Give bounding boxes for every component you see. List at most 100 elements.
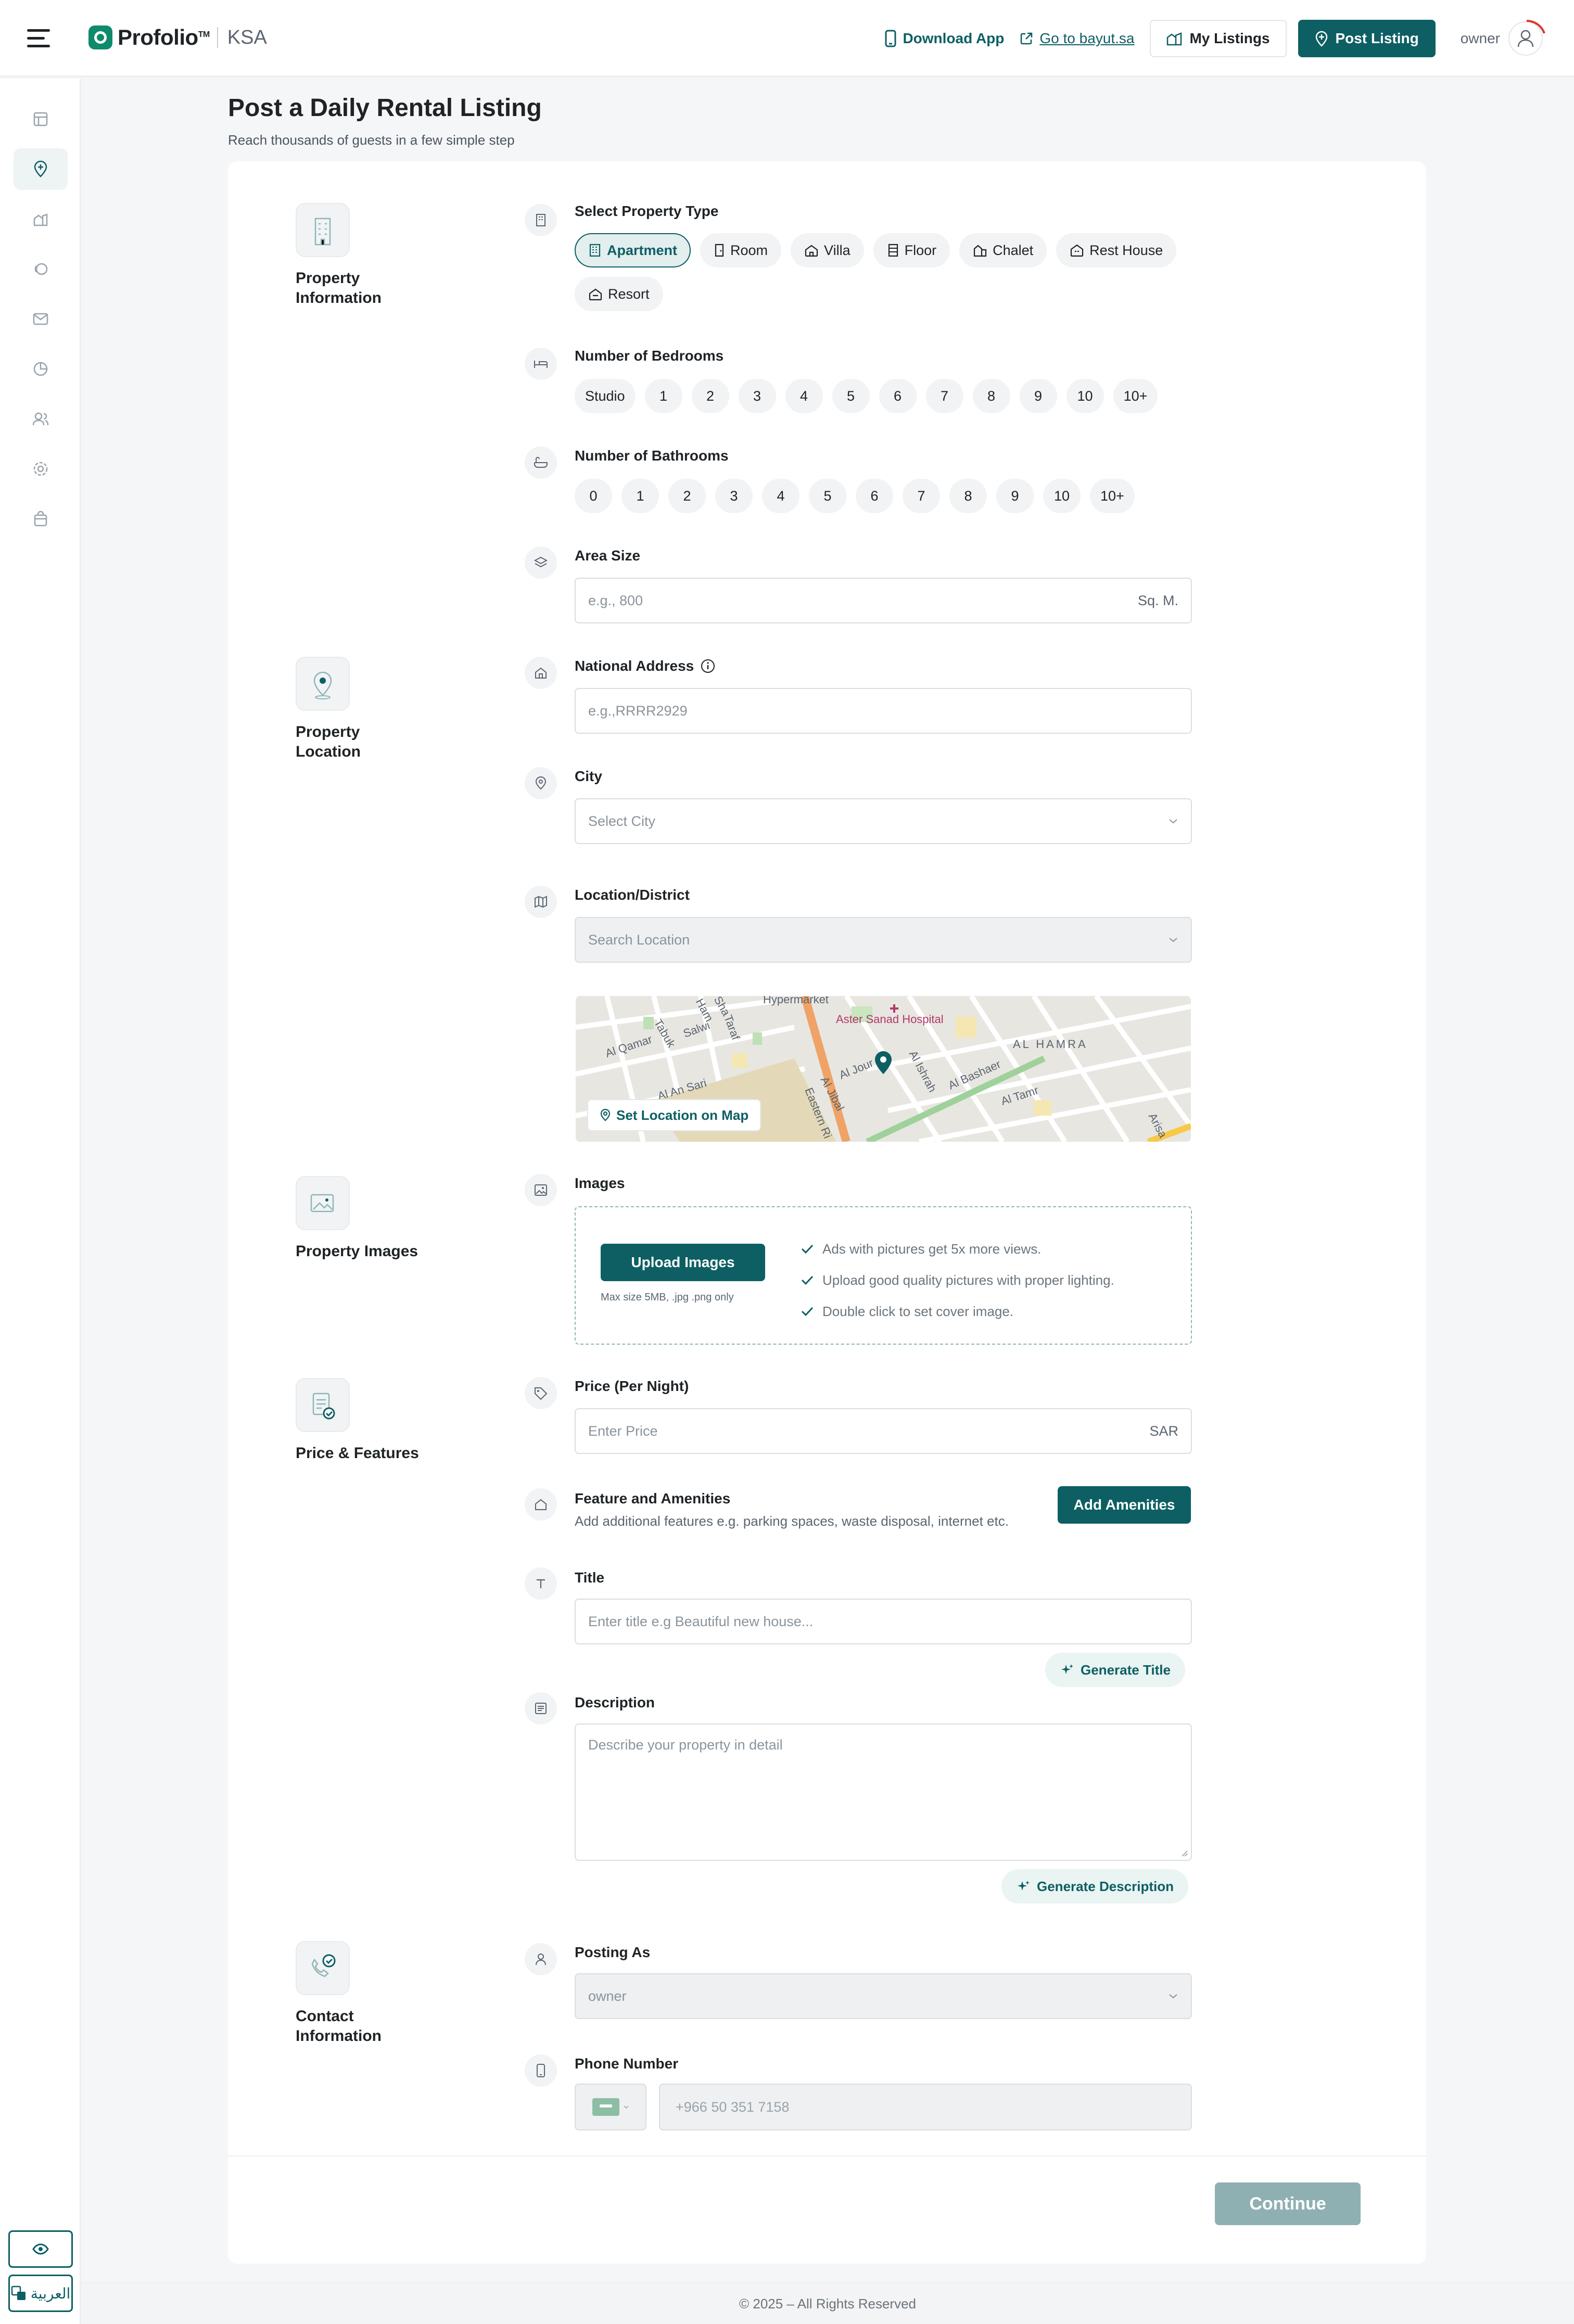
info-icon[interactable]	[700, 658, 716, 674]
bathrooms-option[interactable]: 6	[856, 479, 893, 513]
location-plus-icon	[1315, 31, 1327, 47]
set-location-on-map-button[interactable]: Set Location on Map	[587, 1099, 761, 1131]
bathrooms-option[interactable]: 3	[715, 479, 753, 513]
sidebar-item-store[interactable]	[14, 498, 68, 540]
bedrooms-option[interactable]: 10	[1066, 379, 1104, 413]
building-icon	[525, 204, 557, 236]
bathrooms-option[interactable]: 4	[762, 479, 799, 513]
sidebar-item-listings[interactable]	[14, 198, 68, 240]
logo-text: ProfolioTM	[118, 25, 210, 49]
bedrooms-option[interactable]: 7	[925, 379, 963, 413]
saudi-flag-icon	[592, 2098, 619, 2116]
generate-description-button[interactable]: Generate Description	[1001, 1869, 1188, 1904]
bathrooms-option[interactable]: 2	[668, 479, 706, 513]
hamburger-menu-icon[interactable]	[27, 29, 50, 48]
city-select[interactable]: Select City	[575, 798, 1192, 844]
avatar[interactable]	[1508, 19, 1545, 56]
external-link-icon	[1021, 32, 1033, 45]
language-label: العربية	[30, 2284, 71, 2302]
language-switch-button[interactable]: العربية	[8, 2275, 73, 2312]
property-type-resort[interactable]: Resort	[575, 277, 663, 311]
map-pin-icon	[525, 767, 557, 799]
section-title: Property Information	[296, 270, 382, 307]
property-type-apartment[interactable]: Apartment	[575, 233, 691, 267]
location-search-select[interactable]: Search Location	[575, 917, 1192, 963]
images-label: Images	[575, 1175, 625, 1191]
sidebar-item-users[interactable]	[14, 398, 68, 440]
bathrooms-option[interactable]: 10+	[1090, 479, 1135, 513]
price-input[interactable]: Enter Price SAR	[575, 1408, 1192, 1454]
sidebar-item-analytics[interactable]	[14, 348, 68, 390]
bedrooms-option[interactable]: 10+	[1113, 379, 1158, 413]
sidebar-item-leads[interactable]	[14, 248, 68, 290]
resize-handle-icon[interactable]	[1179, 1848, 1188, 1857]
property-type-chalet[interactable]: Chalet	[959, 233, 1047, 267]
my-listings-button[interactable]: My Listings	[1150, 20, 1287, 57]
upload-images-button[interactable]: Upload Images	[601, 1244, 765, 1281]
form-footer-divider	[228, 2155, 1426, 2156]
description-textarea[interactable]: Describe your property in detail	[575, 1723, 1192, 1861]
bedrooms-option[interactable]: 2	[691, 379, 729, 413]
upload-tip: Ads with pictures get 5x more views.	[801, 1233, 1114, 1265]
ai-assistant-button[interactable]	[8, 2230, 73, 2268]
bathrooms-option[interactable]: 7	[903, 479, 940, 513]
bathrooms-option[interactable]: 9	[996, 479, 1034, 513]
chevron-down-icon	[1169, 819, 1177, 824]
bedrooms-label: Number of Bedrooms	[575, 348, 724, 364]
bathrooms-option[interactable]: 8	[949, 479, 987, 513]
rest-house-icon	[1071, 244, 1084, 257]
country-code-select[interactable]	[575, 2084, 646, 2130]
bedrooms-option[interactable]: 4	[785, 379, 823, 413]
bathrooms-option[interactable]: 10	[1043, 479, 1081, 513]
page-subtitle: Reach thousands of guests in a few simpl…	[228, 132, 515, 148]
page-footer: © 2025 – All Rights Reserved	[81, 2282, 1574, 2324]
property-type-rest-house[interactable]: Rest House	[1056, 233, 1177, 267]
go-to-bayut-link[interactable]: Go to bayut.sa	[1020, 30, 1134, 47]
bathrooms-option[interactable]: 0	[575, 479, 612, 513]
sidebar-item-messages[interactable]	[14, 298, 68, 340]
bedrooms-option[interactable]: 6	[879, 379, 917, 413]
property-type-floor[interactable]: Floor	[873, 233, 950, 267]
national-address-input[interactable]: e.g.,RRRR2929	[575, 688, 1192, 734]
logo[interactable]: ProfolioTM KSA	[88, 25, 267, 50]
sidebar-item-post-listing[interactable]	[14, 148, 68, 190]
top-bar: ProfolioTM KSA Download App Go to bayut.…	[0, 0, 1574, 77]
sidebar-item-settings[interactable]	[14, 448, 68, 490]
sidebar-item-dashboard[interactable]	[14, 98, 68, 140]
add-amenities-button[interactable]: Add Amenities	[1058, 1486, 1191, 1524]
property-type-villa[interactable]: Villa	[791, 233, 864, 267]
download-app-link[interactable]: Download App	[885, 30, 1004, 47]
post-listing-icon	[34, 160, 47, 177]
continue-button[interactable]: Continue	[1215, 2182, 1361, 2225]
logo-divider	[217, 27, 218, 48]
generate-title-button[interactable]: Generate Title	[1045, 1653, 1185, 1687]
copyright-text: © 2025 – All Rights Reserved	[739, 2295, 916, 2312]
location-map[interactable]: Hypermarket Aster Sanad Hospital AL HAMR…	[576, 996, 1191, 1142]
bedrooms-option[interactable]: 8	[972, 379, 1010, 413]
bedrooms-option[interactable]: 1	[644, 379, 682, 413]
bedrooms-option[interactable]: 3	[738, 379, 776, 413]
map-label: Hypermarket	[763, 996, 829, 1006]
bedrooms-option[interactable]: 9	[1019, 379, 1057, 413]
bathrooms-option[interactable]: 5	[809, 479, 846, 513]
sparkle-icon	[1018, 1881, 1030, 1891]
property-type-room[interactable]: Room	[700, 233, 782, 267]
map-pin-icon	[600, 1108, 611, 1121]
post-listing-button[interactable]: Post Listing	[1298, 20, 1436, 57]
phone-number-input[interactable]: +966 50 351 7158	[659, 2084, 1192, 2130]
image-upload-dropzone[interactable]: Upload Images Max size 5MB, .jpg .png on…	[575, 1206, 1192, 1345]
floor-icon	[888, 244, 898, 257]
area-size-input[interactable]: e.g., 800 Sq. M.	[575, 578, 1192, 623]
title-input[interactable]: Enter title e.g Beautiful new house...	[575, 1599, 1192, 1644]
posting-as-label: Posting As	[575, 1944, 651, 1960]
user-menu[interactable]: owner	[1461, 19, 1545, 56]
bathrooms-option[interactable]: 1	[621, 479, 659, 513]
posting-as-select[interactable]: owner	[575, 1973, 1192, 2019]
bedrooms-option[interactable]: 5	[832, 379, 870, 413]
country-label: KSA	[227, 26, 267, 48]
price-tag-icon	[525, 1377, 557, 1409]
page-title: Post a Daily Rental Listing	[228, 94, 542, 122]
check-icon	[801, 1275, 814, 1285]
bedrooms-option[interactable]: Studio	[575, 379, 636, 413]
section-property-information: Property Information	[296, 203, 421, 308]
